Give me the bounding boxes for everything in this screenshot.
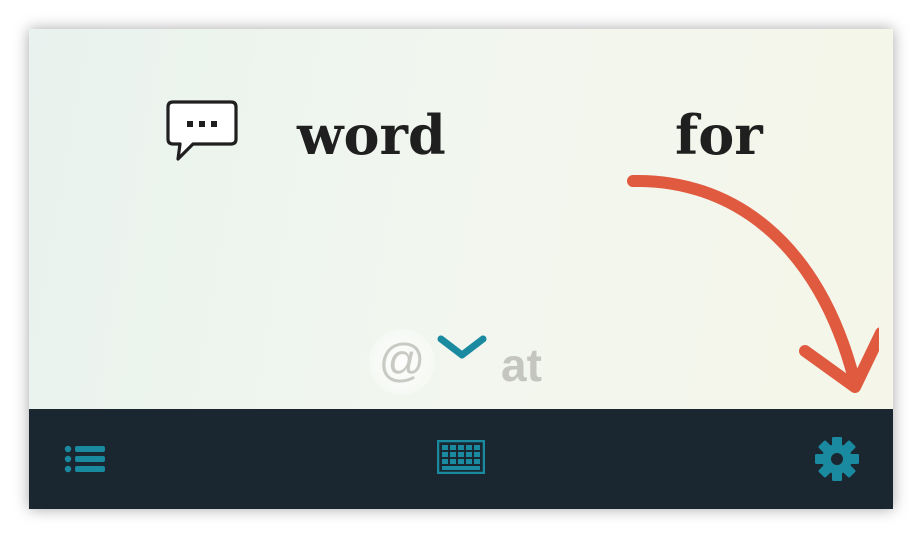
message-word[interactable]: word <box>297 103 446 167</box>
curved-arrow-icon <box>627 174 879 393</box>
list-icon[interactable] <box>63 439 107 479</box>
speech-bubble-icon[interactable] <box>165 99 239 165</box>
keyboard-icon[interactable] <box>437 440 485 474</box>
message-canvas: word for @ at <box>29 29 893 409</box>
suggestion-bar: @ at <box>369 329 569 399</box>
word-suggestion[interactable]: at <box>501 335 542 395</box>
bottom-toolbar <box>29 409 893 509</box>
symbol-suggestion-button[interactable]: @ <box>369 329 435 395</box>
gear-icon[interactable] <box>813 435 861 483</box>
app-window: word for @ at <box>29 29 893 509</box>
chevron-down-icon[interactable] <box>435 333 489 363</box>
message-word[interactable]: for <box>675 103 763 167</box>
